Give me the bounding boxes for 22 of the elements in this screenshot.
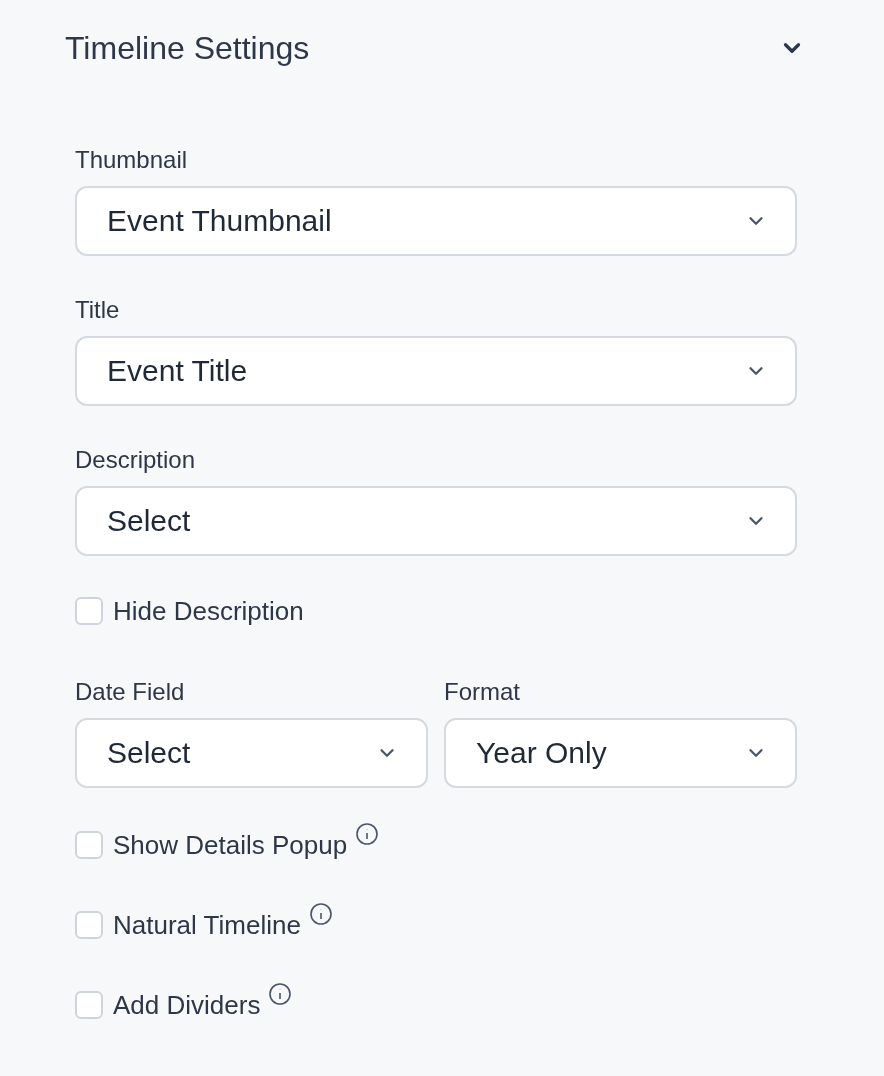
info-icon[interactable] — [355, 822, 380, 846]
select-field[interactable]: Event Thumbnail — [75, 186, 797, 256]
checkbox-label: Show Details Popup — [113, 829, 348, 861]
checkbox[interactable] — [75, 831, 103, 859]
panel-title: Timeline Settings — [65, 29, 310, 67]
checkbox[interactable] — [75, 991, 103, 1019]
checkbox-label: Hide Description — [113, 595, 304, 627]
field-label: Title — [75, 296, 121, 324]
checkbox[interactable] — [75, 911, 103, 939]
checkbox-label: Natural Timeline — [113, 909, 301, 941]
field-label: Thumbnail — [75, 146, 189, 174]
checkbox-label: Add Dividers — [113, 989, 261, 1021]
field-label: Description — [75, 446, 197, 474]
info-icon[interactable] — [308, 902, 333, 926]
select-field[interactable]: Event Title — [75, 336, 797, 406]
info-icon[interactable] — [268, 982, 293, 1006]
checkbox[interactable] — [75, 597, 103, 625]
select-field[interactable]: Select — [75, 718, 428, 788]
select-field[interactable]: Year Only — [444, 718, 797, 788]
field-label: Date Field — [75, 678, 186, 706]
select-field[interactable]: Select — [75, 486, 797, 556]
field-label: Format — [444, 678, 521, 706]
